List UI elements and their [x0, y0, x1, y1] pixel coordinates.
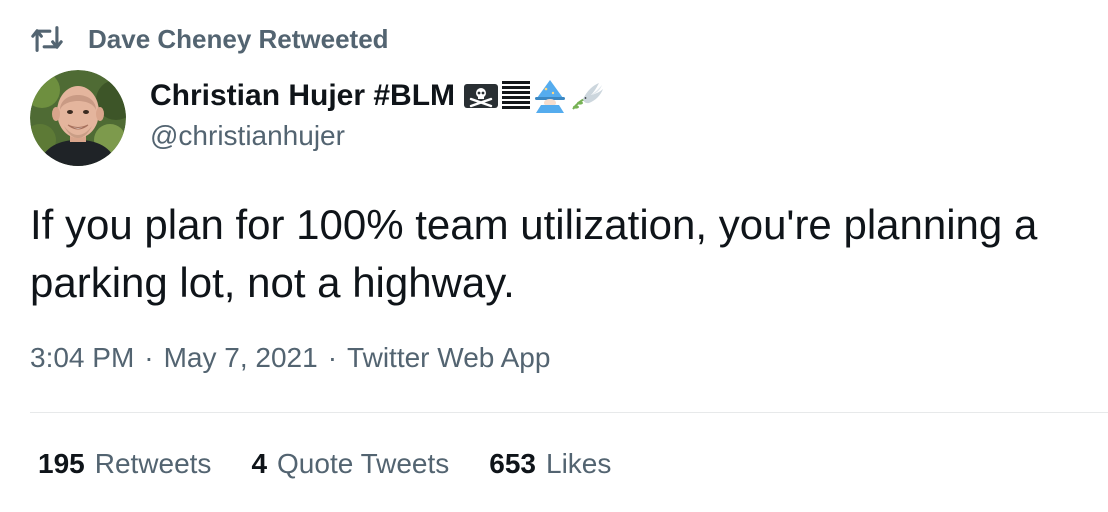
pirate-flag-icon: [464, 84, 499, 108]
meta-separator: ·: [327, 342, 338, 373]
tweet-date[interactable]: May 7, 2021: [164, 342, 318, 374]
likes-stat[interactable]: 653 Likes: [489, 448, 611, 480]
quote-tweets-label: Quote Tweets: [277, 448, 450, 479]
display-name[interactable]: Christian Hujer #BLM: [150, 79, 455, 113]
author-handle[interactable]: @christianhujer: [150, 120, 607, 152]
retweets-stat[interactable]: 195 Retweets: [38, 448, 211, 480]
divider: [30, 412, 1108, 413]
tweet-time[interactable]: 3:04 PM: [30, 342, 134, 374]
likes-label: Likes: [546, 448, 612, 479]
engagement-stats: 195 Retweets 4 Quote Tweets 653 Likes: [38, 448, 651, 480]
avatar[interactable]: [30, 70, 126, 166]
name-emojis: [463, 79, 607, 113]
author-names: Christian Hujer #BLM @christianhujer: [150, 70, 607, 152]
retweet-header: Dave Cheney Retweeted: [30, 22, 389, 56]
meta-separator: ·: [144, 342, 154, 373]
retweets-label: Retweets: [94, 448, 212, 479]
retweets-count: 195: [38, 448, 85, 479]
retweeter-link[interactable]: Dave Cheney Retweeted: [88, 24, 389, 55]
display-name-line: Christian Hujer #BLM: [150, 74, 607, 118]
tweet-author: Christian Hujer #BLM @christianhujer: [30, 70, 607, 166]
retweet-icon: [31, 26, 63, 52]
quote-tweets-stat[interactable]: 4 Quote Tweets: [251, 448, 449, 480]
dove-icon: [572, 83, 604, 110]
quote-tweets-count: 4: [251, 448, 268, 479]
tweet-meta: 3:04 PM · May 7, 2021 · Twitter Web App: [30, 342, 550, 374]
tweet-text: If you plan for 100% team utilization, y…: [30, 201, 1038, 306]
text-lines-icon: [502, 81, 531, 109]
mage-icon: [535, 80, 566, 113]
likes-count: 653: [489, 448, 536, 479]
tweet-client[interactable]: Twitter Web App: [347, 342, 550, 374]
